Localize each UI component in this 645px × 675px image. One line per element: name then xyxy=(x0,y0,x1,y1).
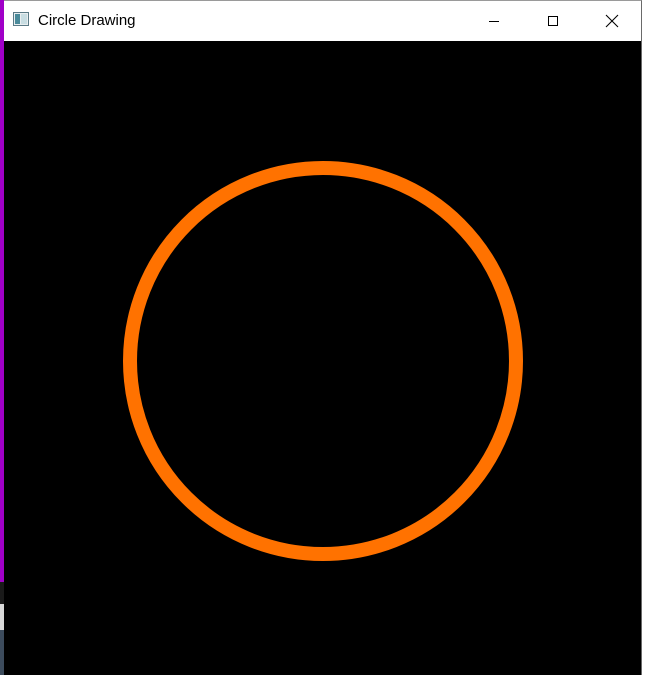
canvas-svg xyxy=(123,161,523,561)
app-icon xyxy=(13,12,29,26)
window-title: Circle Drawing xyxy=(38,12,136,29)
minimize-icon xyxy=(489,21,499,22)
title-bar[interactable]: Circle Drawing xyxy=(4,1,641,41)
drawn-circle xyxy=(123,161,523,561)
screen: Circle Drawing xyxy=(0,0,645,675)
minimize-button[interactable] xyxy=(465,1,523,41)
close-button[interactable] xyxy=(583,1,641,41)
maximize-icon xyxy=(548,16,558,26)
app-window: Circle Drawing xyxy=(4,0,642,675)
close-icon xyxy=(605,14,619,28)
maximize-button[interactable] xyxy=(524,1,582,41)
drawing-canvas[interactable] xyxy=(4,41,641,675)
